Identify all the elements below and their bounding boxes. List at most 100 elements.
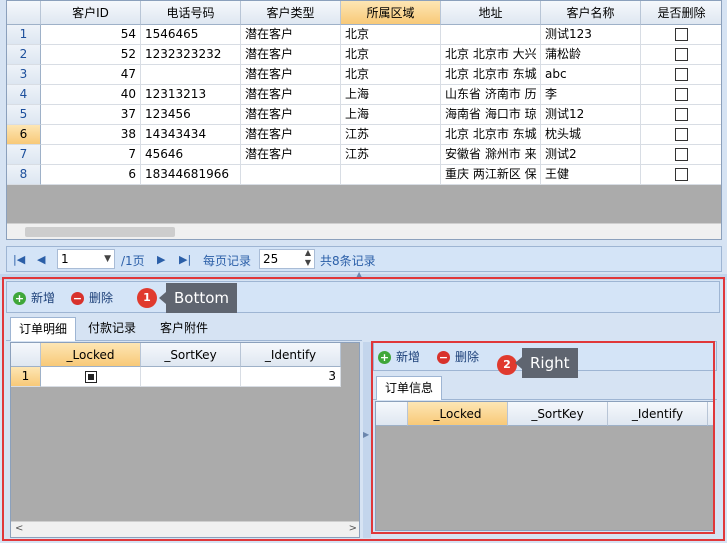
customer-name-cell[interactable]: 李 bbox=[541, 85, 641, 105]
table-row[interactable]: 4 40 12313213 潜在客户 上海 山东省 济南市 历李 bbox=[7, 85, 721, 105]
sortkey-cell[interactable] bbox=[141, 367, 241, 387]
prev-page-icon[interactable]: ◀ bbox=[37, 253, 45, 266]
region-cell[interactable]: 上海 bbox=[341, 85, 441, 105]
is-deleted-cell[interactable] bbox=[641, 45, 721, 65]
phone-cell[interactable]: 1546465 bbox=[141, 25, 241, 45]
region-cell[interactable]: 北京 bbox=[341, 65, 441, 85]
address-cell[interactable]: 北京 北京市 东城 bbox=[441, 125, 541, 145]
grid-corner[interactable] bbox=[11, 343, 41, 367]
bottom-add-button[interactable]: + 新增 bbox=[13, 289, 55, 306]
region-cell[interactable]: 上海 bbox=[341, 105, 441, 125]
horizontal-scrollbar[interactable]: < > bbox=[11, 521, 359, 537]
customer-name-cell[interactable]: 测试123 bbox=[541, 25, 641, 45]
tab-customer-attachments[interactable]: 客户附件 bbox=[152, 317, 216, 341]
table-row[interactable]: 2 52 1232323232 潜在客户 北京 北京 北京市 大兴 蒲松龄 bbox=[7, 45, 721, 65]
row-header[interactable]: 1 bbox=[7, 25, 41, 45]
splitter-grip-icon[interactable]: ▲ bbox=[356, 270, 362, 279]
tab-order-details[interactable]: 订单明细 bbox=[10, 317, 77, 341]
col-header-customer-type[interactable]: 客户类型 bbox=[241, 1, 341, 25]
is-deleted-checkbox[interactable] bbox=[675, 68, 688, 81]
table-row[interactable]: 6 38 14343434 潜在客户 江苏 北京 北京市 东城 枕头城 bbox=[7, 125, 721, 145]
chevron-down-icon[interactable]: ▼ bbox=[104, 250, 111, 268]
phone-cell[interactable] bbox=[141, 65, 241, 85]
splitter-grip-icon[interactable]: ▶ bbox=[363, 430, 369, 439]
row-header[interactable]: 4 bbox=[7, 85, 41, 105]
row-header[interactable]: 5 bbox=[7, 105, 41, 125]
tab-order-info[interactable]: 订单信息 bbox=[376, 376, 443, 400]
address-cell[interactable]: 海南省 海口市 琼 bbox=[441, 105, 541, 125]
spinner-arrows-icon[interactable]: ▲ ▼ bbox=[305, 248, 311, 268]
scroll-right-icon[interactable]: > bbox=[349, 523, 357, 534]
col-header-customer-name[interactable]: 客户名称 bbox=[541, 1, 641, 25]
region-cell[interactable]: 北京 bbox=[341, 25, 441, 45]
is-deleted-cell[interactable] bbox=[641, 125, 721, 145]
col-header-sortkey[interactable]: _SortKey bbox=[508, 402, 608, 426]
bottom-delete-button[interactable]: − 删除 bbox=[71, 289, 113, 306]
is-deleted-cell[interactable] bbox=[641, 105, 721, 125]
horizontal-splitter[interactable]: ▲ bbox=[0, 270, 727, 280]
customer-type-cell[interactable] bbox=[241, 165, 341, 185]
table-row[interactable]: 5 37 123456 潜在客户 上海 海南省 海口市 琼测试12 bbox=[7, 105, 721, 125]
is-deleted-cell[interactable] bbox=[641, 85, 721, 105]
is-deleted-cell[interactable] bbox=[641, 65, 721, 85]
col-header-identify[interactable]: _Identify bbox=[608, 402, 708, 426]
phone-cell[interactable]: 14343434 bbox=[141, 125, 241, 145]
col-header-overflow[interactable] bbox=[708, 402, 714, 426]
table-row[interactable]: 1 54 1546465 潜在客户 北京 测试123 bbox=[7, 25, 721, 45]
col-header-customer-id[interactable]: 客户ID bbox=[41, 1, 141, 25]
col-header-is-deleted[interactable]: 是否删除 bbox=[641, 1, 721, 25]
scrollbar-thumb[interactable] bbox=[25, 227, 175, 237]
customer-name-cell[interactable]: 王健 bbox=[541, 165, 641, 185]
row-header[interactable]: 1 bbox=[11, 367, 41, 387]
indeterminate-checkbox[interactable] bbox=[84, 370, 97, 383]
customer-id-cell[interactable]: 52 bbox=[41, 45, 141, 65]
col-header-region[interactable]: 所属区域 bbox=[341, 1, 441, 25]
customer-id-cell[interactable]: 40 bbox=[41, 85, 141, 105]
phone-cell[interactable]: 45646 bbox=[141, 145, 241, 165]
customer-id-cell[interactable]: 6 bbox=[41, 165, 141, 185]
table-row[interactable]: 1 3 bbox=[11, 367, 341, 387]
grid-corner[interactable] bbox=[376, 402, 408, 426]
row-header[interactable]: 2 bbox=[7, 45, 41, 65]
customer-type-cell[interactable]: 潜在客户 bbox=[241, 125, 341, 145]
customer-type-cell[interactable]: 潜在客户 bbox=[241, 85, 341, 105]
page-number-select[interactable]: 1 ▼ bbox=[57, 249, 115, 269]
next-page-icon[interactable]: ▶ bbox=[157, 253, 165, 266]
table-row[interactable]: 3 47 潜在客户 北京 北京 北京市 东城 abc bbox=[7, 65, 721, 85]
customer-name-cell[interactable]: 枕头城 bbox=[541, 125, 641, 145]
customer-id-cell[interactable]: 38 bbox=[41, 125, 141, 145]
is-deleted-checkbox[interactable] bbox=[675, 28, 688, 41]
region-cell[interactable]: 江苏 bbox=[341, 145, 441, 165]
right-delete-button[interactable]: − 删除 bbox=[437, 348, 479, 365]
tab-payment-records[interactable]: 付款记录 bbox=[80, 317, 144, 341]
page-size-spinner[interactable]: 25 ▲ ▼ bbox=[259, 248, 315, 269]
col-header-identify[interactable]: _Identify bbox=[241, 343, 341, 367]
row-header[interactable]: 3 bbox=[7, 65, 41, 85]
customer-name-cell[interactable]: 测试12 bbox=[541, 105, 641, 125]
row-header[interactable]: 6 bbox=[7, 125, 41, 145]
customer-type-cell[interactable]: 潜在客户 bbox=[241, 25, 341, 45]
customer-type-cell[interactable]: 潜在客户 bbox=[241, 145, 341, 165]
customer-name-cell[interactable]: 蒲松龄 bbox=[541, 45, 641, 65]
customer-id-cell[interactable]: 37 bbox=[41, 105, 141, 125]
table-row[interactable]: 8 6 18344681966 重庆 两江新区 保王健 bbox=[7, 165, 721, 185]
region-cell[interactable]: 北京 bbox=[341, 45, 441, 65]
is-deleted-checkbox[interactable] bbox=[675, 128, 688, 141]
customer-type-cell[interactable]: 潜在客户 bbox=[241, 65, 341, 85]
address-cell[interactable]: 北京 北京市 东城 bbox=[441, 65, 541, 85]
phone-cell[interactable]: 123456 bbox=[141, 105, 241, 125]
customer-id-cell[interactable]: 47 bbox=[41, 65, 141, 85]
last-page-icon[interactable]: ▶| bbox=[179, 253, 191, 266]
is-deleted-checkbox[interactable] bbox=[675, 88, 688, 101]
identify-cell[interactable]: 3 bbox=[241, 367, 341, 387]
first-page-icon[interactable]: |◀ bbox=[13, 253, 25, 266]
phone-cell[interactable]: 18344681966 bbox=[141, 165, 241, 185]
col-header-sortkey[interactable]: _SortKey bbox=[141, 343, 241, 367]
table-row[interactable]: 7 7 45646 潜在客户 江苏 安徽省 滁州市 来测试2 bbox=[7, 145, 721, 165]
right-add-button[interactable]: + 新增 bbox=[378, 348, 420, 365]
col-header-locked[interactable]: _Locked bbox=[408, 402, 508, 426]
phone-cell[interactable]: 12313213 bbox=[141, 85, 241, 105]
phone-cell[interactable]: 1232323232 bbox=[141, 45, 241, 65]
address-cell[interactable]: 重庆 两江新区 保 bbox=[441, 165, 541, 185]
customer-type-cell[interactable]: 潜在客户 bbox=[241, 45, 341, 65]
